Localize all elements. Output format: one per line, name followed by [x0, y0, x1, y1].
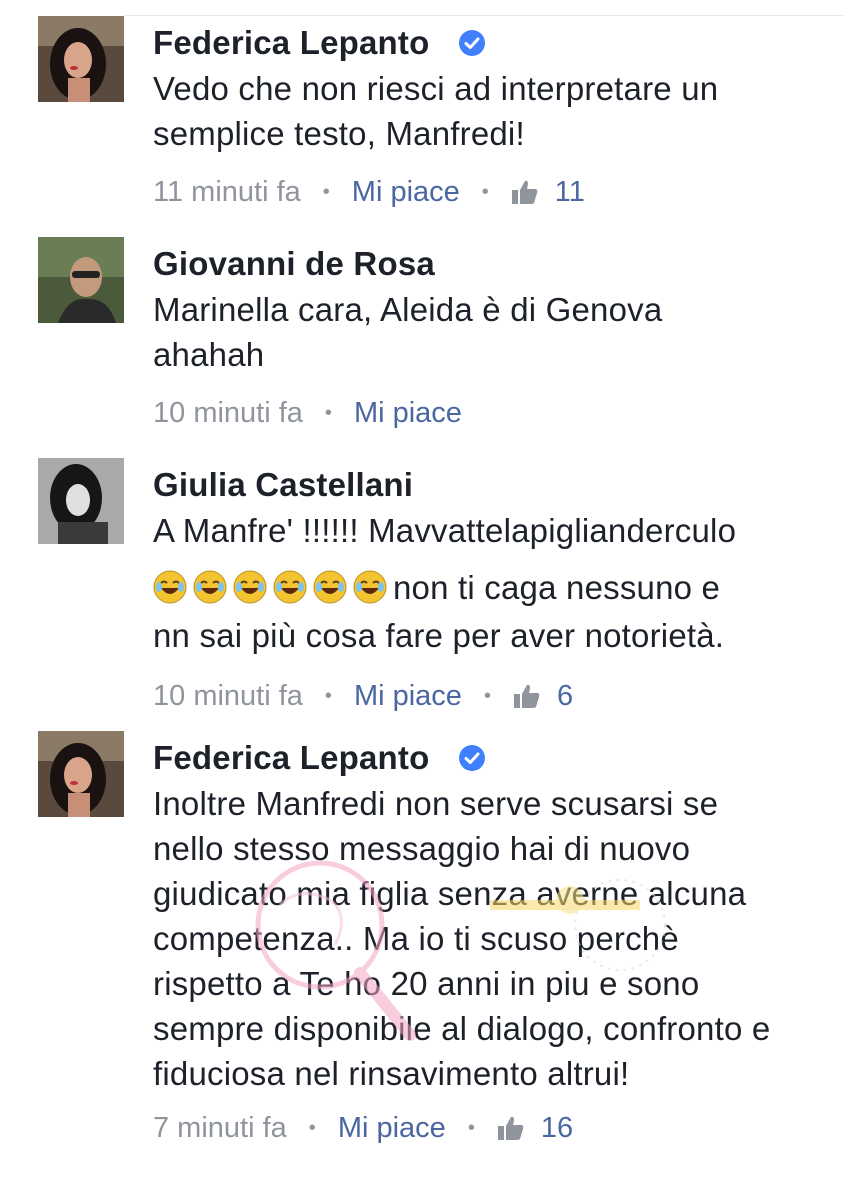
like-count[interactable]: 16	[497, 1112, 573, 1145]
comment-text-line: nn sai più cosa fare per aver notorietà.	[153, 617, 725, 654]
comment-text: Inoltre Manfredi non serve scusarsi se n…	[153, 785, 771, 1092]
like-count[interactable]: 11	[511, 176, 585, 209]
comment-text-line: non ti caga nessuno e	[393, 568, 721, 606]
laughing-emoji-icon	[193, 570, 227, 604]
laughing-emoji-icon	[353, 570, 387, 604]
avatar-woman-black-white-icon	[38, 458, 124, 544]
laughing-emoji-icon	[273, 570, 307, 604]
laughing-emoji-icon	[153, 570, 187, 604]
like-button[interactable]: Mi piace	[338, 1112, 446, 1145]
like-button[interactable]: Mi piace	[354, 397, 462, 430]
thumbs-up-icon	[513, 684, 540, 708]
comment-text-line: A Manfre' !!!!!! Mavvattelapigliandercul…	[153, 512, 737, 549]
separator-dot: •	[483, 684, 491, 707]
separator-dot: •	[324, 684, 332, 707]
comment-time[interactable]: 11 minuti fa	[153, 176, 301, 209]
avatar-man-sunglasses-icon	[38, 237, 124, 323]
comment-time[interactable]: 10 minuti fa	[153, 397, 303, 430]
thumbs-up-icon	[497, 1116, 524, 1140]
like-count-value: 16	[540, 1111, 574, 1144]
like-button[interactable]: Mi piace	[352, 176, 460, 209]
verified-badge-icon	[459, 745, 486, 771]
laughing-emoji-icon	[313, 570, 347, 604]
laughing-emoji-row	[153, 570, 393, 604]
comment-author[interactable]: Giulia Castellani	[153, 466, 413, 504]
comment-text: Marinella cara, Aleida è di Genova ahaha…	[153, 291, 663, 373]
avatar[interactable]	[38, 731, 124, 817]
like-count-value: 6	[556, 679, 574, 712]
comment-author[interactable]: Giovanni de Rosa	[153, 245, 435, 283]
like-count[interactable]: 6	[513, 680, 573, 713]
laughing-emoji-icon	[233, 570, 267, 604]
top-divider	[125, 15, 843, 16]
separator-dot: •	[481, 180, 489, 203]
avatar[interactable]	[38, 16, 124, 102]
comment-time[interactable]: 10 minuti fa	[153, 680, 303, 713]
separator-dot: •	[324, 401, 332, 424]
avatar[interactable]	[38, 458, 124, 544]
thumbs-up-icon	[511, 180, 538, 204]
separator-dot: •	[322, 180, 330, 203]
avatar[interactable]	[38, 237, 124, 323]
like-button[interactable]: Mi piace	[354, 680, 462, 713]
comment-time[interactable]: 7 minuti fa	[153, 1112, 287, 1145]
comment-author[interactable]: Federica Lepanto	[153, 24, 429, 62]
like-count-value: 11	[554, 175, 585, 208]
separator-dot: •	[467, 1116, 475, 1139]
avatar-woman-dark-hair-icon	[38, 731, 124, 817]
separator-dot: •	[308, 1116, 316, 1139]
verified-badge-icon	[459, 30, 486, 56]
comment-author[interactable]: Federica Lepanto	[153, 739, 429, 777]
comment-text: Vedo che non riesci ad interpretare un s…	[153, 70, 719, 152]
avatar-woman-dark-hair-icon	[38, 16, 124, 102]
comment-text: A Manfre' !!!!!! Mavvattelapigliandercul…	[153, 508, 833, 658]
